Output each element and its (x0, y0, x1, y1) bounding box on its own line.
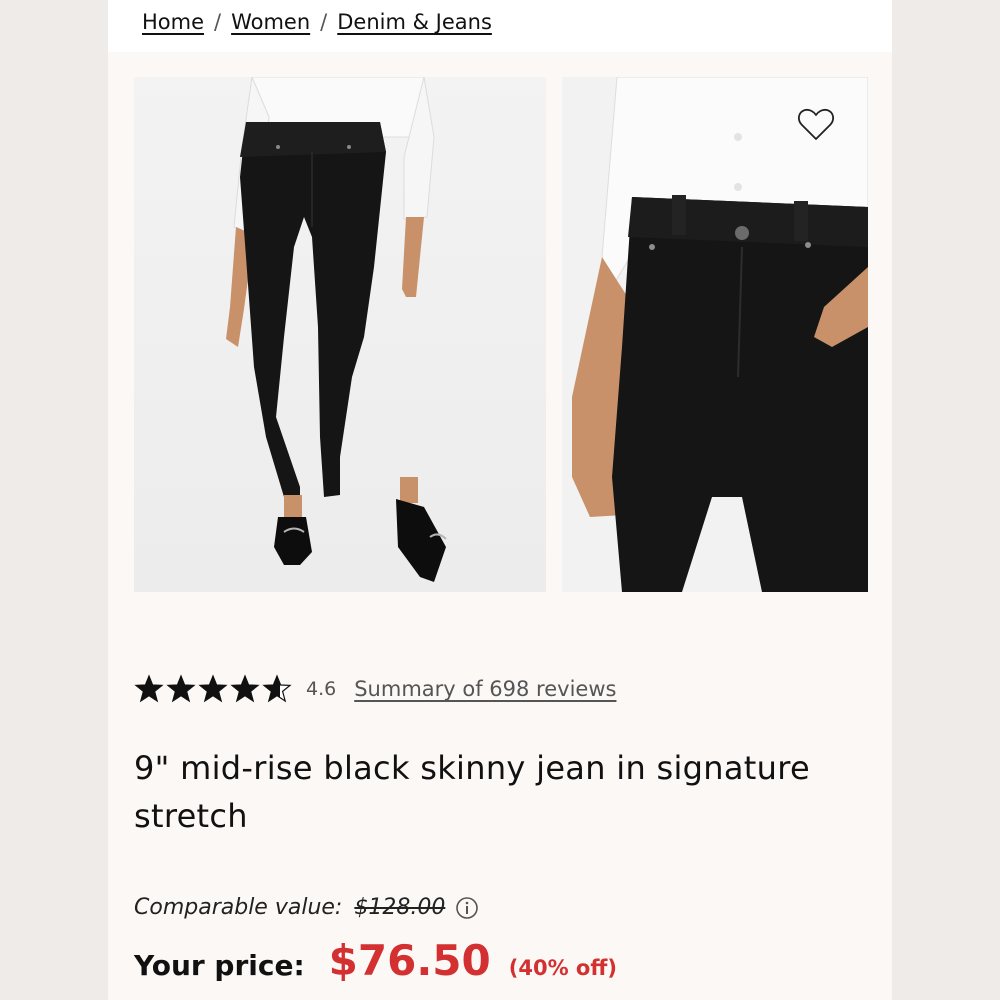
info-icon[interactable] (455, 896, 479, 920)
model-full-illustration (134, 77, 546, 592)
comparable-label: Comparable value: (134, 895, 343, 920)
breadcrumb-home[interactable]: Home (142, 10, 204, 34)
reviews-summary-link[interactable]: Summary of 698 reviews (354, 677, 616, 701)
star-icon (166, 674, 196, 703)
star-icon (262, 674, 292, 703)
breadcrumb-separator: / (214, 10, 222, 34)
right-margin (892, 0, 1000, 1000)
star-rating (134, 674, 294, 704)
star-icon (198, 674, 228, 703)
breadcrumb-denim-jeans[interactable]: Denim & Jeans (337, 10, 492, 34)
breadcrumb: Home / Women / Denim & Jeans (142, 10, 492, 34)
breadcrumb-bar: Home / Women / Denim & Jeans (108, 0, 892, 52)
product-image-full[interactable] (134, 77, 546, 592)
star-icon (134, 674, 164, 703)
star-icon (230, 674, 260, 703)
product-title: 9" mid-rise black skinny jean in signatu… (134, 749, 810, 835)
comparable-price: $128.00 (354, 895, 446, 920)
rating-value: 4.6 (306, 678, 337, 700)
product-image-detail[interactable] (562, 77, 868, 592)
left-margin (0, 0, 108, 1000)
sale-price: $76.50 (328, 936, 491, 985)
wishlist-heart-icon[interactable] (796, 105, 836, 145)
breadcrumb-women[interactable]: Women (231, 10, 310, 34)
product-page: Home / Women / Denim & Jeans 4.6 Summary… (108, 0, 892, 1000)
price-label: Your price: (134, 949, 305, 982)
model-detail-illustration (562, 77, 868, 592)
rating-row: 4.6 Summary of 698 reviews (134, 674, 616, 704)
breadcrumb-separator: / (320, 10, 328, 34)
price-row: Your price: $76.50 (40% off) (134, 936, 617, 985)
discount-badge: (40% off) (508, 956, 617, 980)
comparable-value: Comparable value: $128.00 (134, 895, 479, 920)
